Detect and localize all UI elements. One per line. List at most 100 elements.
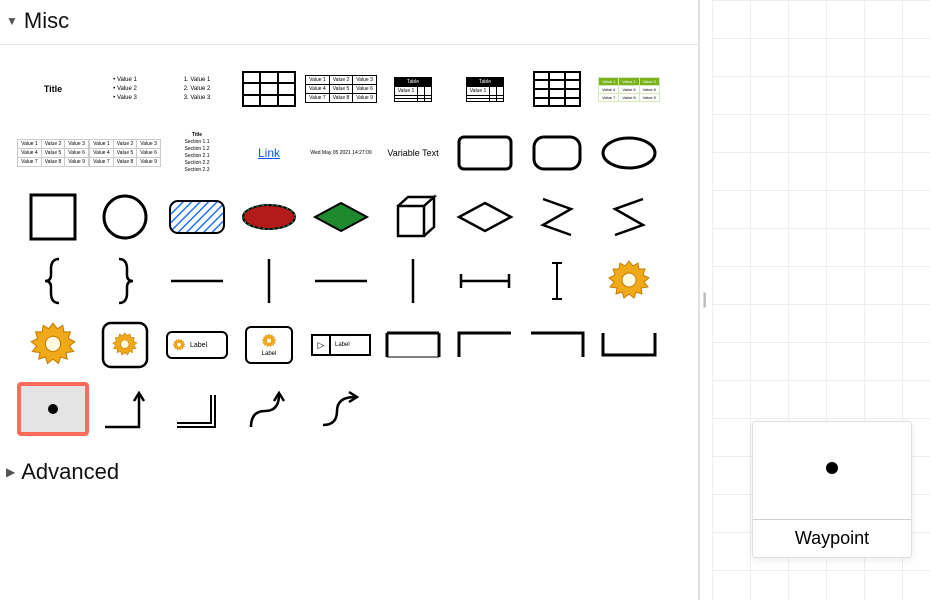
shape-gear-boxed[interactable] <box>90 319 160 371</box>
cursor-icon <box>550 259 564 303</box>
bracket-icon <box>529 331 585 359</box>
gear-boxed-icon <box>100 320 150 370</box>
dimension-icon <box>457 271 513 291</box>
shape-table-light-2[interactable]: Value 1Value 2Value 3 Value 4Value 5Valu… <box>90 127 160 179</box>
shape-bracket-top-right[interactable] <box>522 319 592 371</box>
curve-arrow-icon <box>245 387 293 431</box>
square-icon <box>28 192 78 242</box>
shape-arrow-elbow-double[interactable] <box>162 383 232 435</box>
line-h-icon <box>169 276 225 286</box>
shape-line-vertical-1[interactable] <box>234 255 304 307</box>
shape-circle[interactable] <box>90 191 160 243</box>
splitter-handle-icon: || <box>702 291 704 309</box>
shape-table-light-1[interactable]: Value 1Value 2Value 3 Value 4Value 5Valu… <box>18 127 88 179</box>
shape-sketch-diamond-green[interactable] <box>306 191 376 243</box>
play-icon: ▷ <box>313 336 331 354</box>
line-v-icon <box>264 257 274 305</box>
rounded-rect-icon <box>532 135 582 171</box>
shape-document-structure[interactable]: Title Section 1.1 Section 1.2 Section 2.… <box>162 127 232 179</box>
rounded-rect-icon <box>457 135 513 171</box>
shape-variable-text[interactable]: Variable Text <box>378 127 448 179</box>
section-title-advanced: Advanced <box>21 459 119 485</box>
shape-brace-left[interactable] <box>18 255 88 307</box>
table-outline-icon <box>533 71 581 107</box>
shape-brace-right[interactable] <box>90 255 160 307</box>
shape-bracket-top-left[interactable] <box>450 319 520 371</box>
shape-curve-arrow-2[interactable] <box>306 383 376 435</box>
shape-arrow-elbow-up[interactable] <box>90 383 160 435</box>
gear-icon <box>172 338 186 352</box>
ellipse-icon <box>600 135 658 171</box>
waypoint-icon <box>826 462 838 474</box>
bracket-icon <box>457 331 513 359</box>
sketch-diamond-icon <box>311 199 371 235</box>
gear-icon <box>261 333 277 349</box>
arrow-elbow-icon <box>173 387 221 431</box>
shape-rounded-rect-1[interactable] <box>450 127 520 179</box>
shape-line-horizontal[interactable] <box>162 255 232 307</box>
shape-timestamp[interactable]: Wed May 05 2021 14:27:09 <box>306 127 376 179</box>
shape-line-horizontal-2[interactable] <box>306 255 376 307</box>
shape-table-green[interactable]: Value 1Value 2Value 3 Value 4Value 5Valu… <box>594 63 664 115</box>
shape-square[interactable] <box>18 191 88 243</box>
shape-rounded-rect-2[interactable] <box>522 127 592 179</box>
sketch-rect-icon <box>168 199 226 235</box>
shape-bulleted-list[interactable]: • Value 1 • Value 2 • Value 3 <box>90 63 160 115</box>
shape-label-stacked[interactable]: Label <box>234 319 304 371</box>
shape-table-header-2[interactable]: Table Value 1 <box>450 63 520 115</box>
shape-preview-tooltip: Waypoint <box>752 421 912 558</box>
shape-sidebar: ▼ Misc Title • Value 1 • Value 2 • Value… <box>0 0 700 600</box>
tooltip-label: Waypoint <box>753 519 911 557</box>
rect-top-icon <box>385 331 441 359</box>
line-v-icon <box>408 257 418 305</box>
sidebar-splitter[interactable]: || <box>700 0 712 600</box>
gear-icon <box>28 320 78 370</box>
cube-icon <box>388 194 438 240</box>
section-header-misc[interactable]: ▼ Misc <box>0 0 698 45</box>
shape-sketch-rect-blue[interactable] <box>162 191 232 243</box>
shape-rect-top-border[interactable] <box>378 319 448 371</box>
shape-ellipse-outline[interactable] <box>594 127 664 179</box>
brace-right-icon <box>113 257 137 305</box>
shape-gear-icon[interactable] <box>594 255 664 307</box>
shape-table-values[interactable]: Value 1Value 2Value 3 Value 4Value 5Valu… <box>306 63 376 115</box>
shape-curve-arrow-1[interactable] <box>234 383 304 435</box>
shape-table-outlined[interactable] <box>522 63 592 115</box>
shape-zigzag-left[interactable] <box>594 191 664 243</box>
table-grid-icon <box>242 71 296 107</box>
diamond-icon <box>455 199 515 235</box>
shape-gear-large[interactable] <box>18 319 88 371</box>
chevron-right-icon: ▶ <box>6 465 15 479</box>
shape-diamond-outline[interactable] <box>450 191 520 243</box>
brace-left-icon <box>41 257 65 305</box>
section-header-advanced[interactable]: ▶ Advanced <box>0 449 698 495</box>
circle-icon <box>100 192 150 242</box>
shape-dimension-arrow[interactable] <box>450 255 520 307</box>
canvas[interactable]: Waypoint <box>712 0 930 600</box>
shape-text-cursor[interactable] <box>522 255 592 307</box>
shape-zigzag-right[interactable] <box>522 191 592 243</box>
zigzag-icon <box>607 195 651 239</box>
sketch-ellipse-icon <box>240 202 298 232</box>
shape-play-label[interactable]: ▷ Label <box>306 319 376 371</box>
shape-title[interactable]: Title <box>18 63 88 115</box>
section-title-misc: Misc <box>24 8 69 34</box>
shape-u-bracket[interactable] <box>594 319 664 371</box>
curve-arrow-icon <box>317 387 365 431</box>
shape-cube[interactable] <box>378 191 448 243</box>
shape-label-wide[interactable]: Label <box>162 319 232 371</box>
shape-sketch-ellipse-red[interactable] <box>234 191 304 243</box>
shape-numbered-list[interactable]: 1. Value 1 2. Value 2 3. Value 3 <box>162 63 232 115</box>
shape-link[interactable]: Link <box>234 127 304 179</box>
chevron-down-icon: ▼ <box>6 14 18 28</box>
shape-table-header[interactable]: Table Value 1 <box>378 63 448 115</box>
shapes-grid-misc: Title • Value 1 • Value 2 • Value 3 1. V… <box>0 45 698 449</box>
line-h-icon <box>313 276 369 286</box>
gear-icon <box>606 258 652 304</box>
u-bracket-icon <box>601 331 657 359</box>
shape-table-grid[interactable] <box>234 63 304 115</box>
shape-waypoint[interactable] <box>18 383 88 435</box>
shape-line-vertical-2[interactable] <box>378 255 448 307</box>
arrow-elbow-icon <box>101 387 149 431</box>
waypoint-icon <box>47 403 59 415</box>
